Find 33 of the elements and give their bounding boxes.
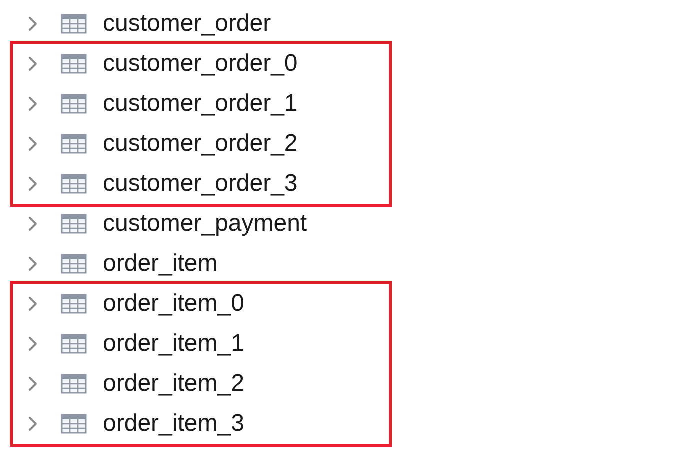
table-icon — [61, 334, 87, 354]
table-icon — [61, 414, 87, 434]
table-name[interactable]: customer_order_3 — [103, 172, 298, 196]
table-icon — [61, 54, 87, 74]
chevron-right-icon[interactable] — [28, 56, 38, 72]
table-name[interactable]: order_item_3 — [103, 412, 244, 436]
table-icon — [61, 14, 87, 34]
chevron-right-icon[interactable] — [28, 176, 38, 192]
table-name[interactable]: customer_order_0 — [103, 52, 298, 76]
chevron-right-icon[interactable] — [28, 96, 38, 112]
chevron-right-icon[interactable] — [28, 216, 38, 232]
table-icon — [61, 254, 87, 274]
table-name[interactable]: order_item_2 — [103, 372, 244, 396]
table-name[interactable]: order_item_1 — [103, 332, 244, 356]
chevron-right-icon[interactable] — [28, 136, 38, 152]
table-icon — [61, 134, 87, 154]
chevron-right-icon[interactable] — [28, 296, 38, 312]
table-name[interactable]: order_item_0 — [103, 292, 244, 316]
table-name[interactable]: customer_order_1 — [103, 92, 298, 116]
chevron-right-icon[interactable] — [28, 376, 38, 392]
chevron-right-icon[interactable] — [28, 336, 38, 352]
table-icon — [61, 214, 87, 234]
chevron-right-icon[interactable] — [28, 256, 38, 272]
chevron-right-icon[interactable] — [28, 16, 38, 32]
chevron-right-icon[interactable] — [28, 416, 38, 432]
table-icon — [61, 374, 87, 394]
table-name[interactable]: customer_order_2 — [103, 132, 298, 156]
table-name[interactable]: customer_payment — [103, 212, 308, 236]
table-icon — [61, 174, 87, 194]
table-name[interactable]: customer_order — [103, 12, 272, 36]
table-icon — [61, 294, 87, 314]
table-icon — [61, 94, 87, 114]
table-name[interactable]: order_item — [103, 252, 218, 276]
